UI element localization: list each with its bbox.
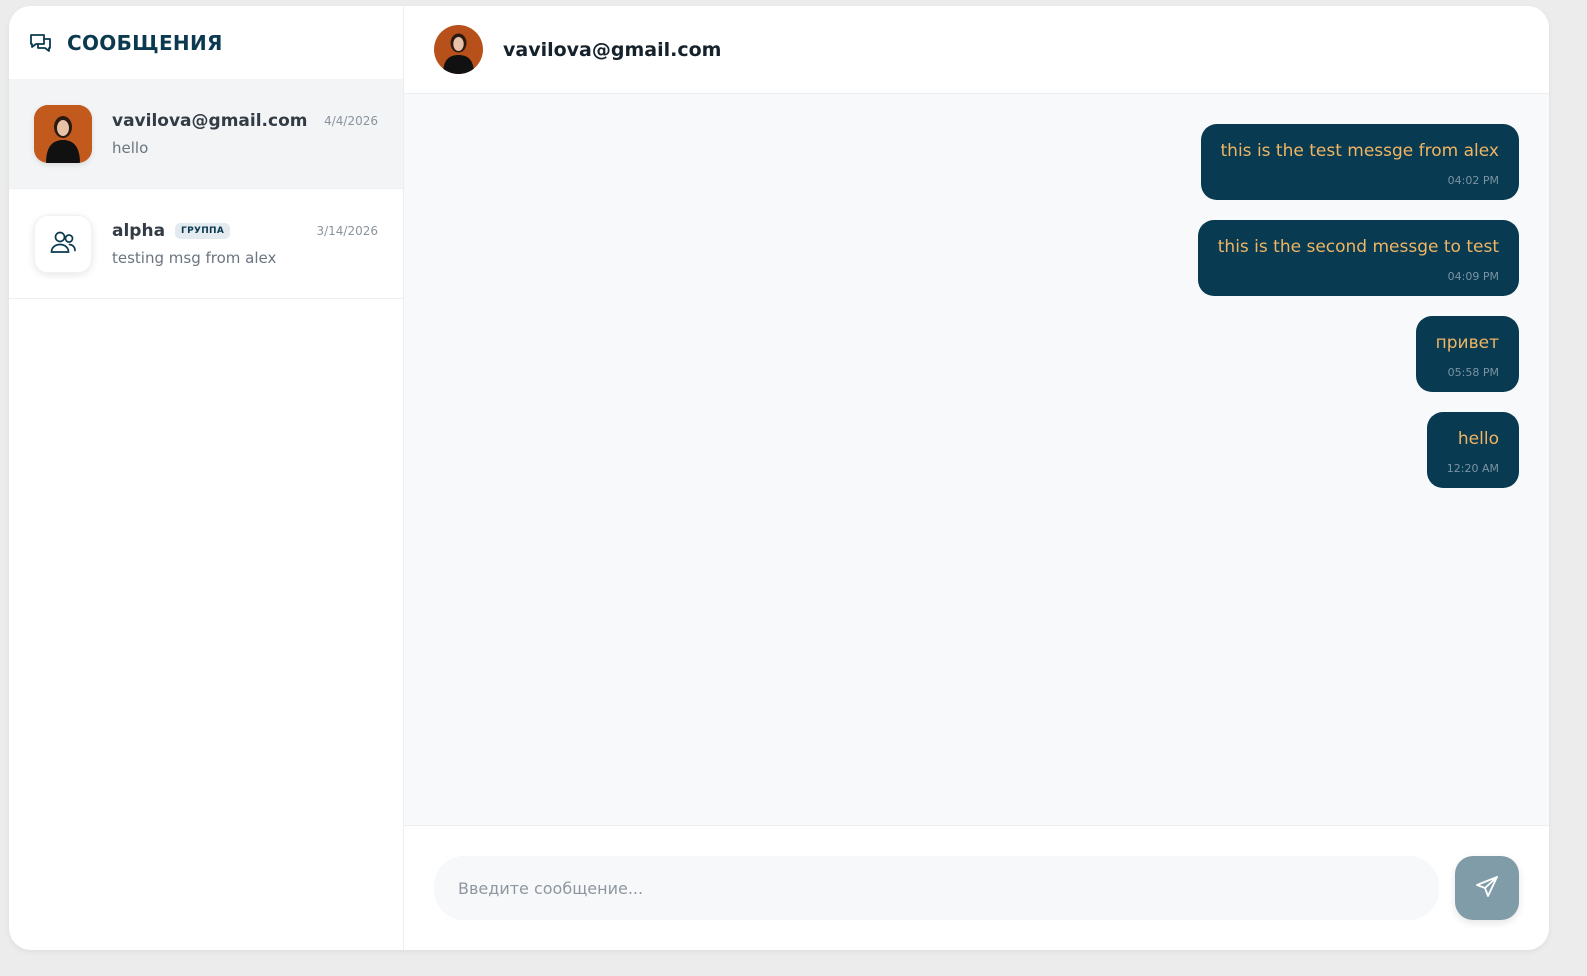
conversation-body: vavilova@gmail.com 4/4/2026 hello <box>112 111 378 157</box>
chat-bubbles-icon <box>29 32 53 54</box>
conversation-date: 3/14/2026 <box>316 223 378 238</box>
message-time: 04:09 PM <box>1447 270 1499 283</box>
message-input[interactable] <box>434 856 1439 920</box>
conversation-preview: testing msg from alex <box>112 248 277 267</box>
message-text: this is the second messge to test <box>1217 237 1499 257</box>
messenger-window: СООБЩЕНИЯ vavilova@gmail.com 4/4/2026 he… <box>9 6 1549 950</box>
chat-header: vavilova@gmail.com <box>404 6 1549 94</box>
chat-title: vavilova@gmail.com <box>503 38 722 61</box>
sidebar-header: СООБЩЕНИЯ <box>9 6 403 79</box>
avatar <box>34 104 92 163</box>
message-time: 04:02 PM <box>1447 174 1499 187</box>
conversation-name: alpha <box>112 220 166 241</box>
message-bubble: hello 12:20 AM <box>1426 412 1519 488</box>
send-icon <box>1474 874 1500 903</box>
message-bubble: this is the second messge to test 04:09 … <box>1197 220 1519 296</box>
message-bubble: this is the test messge from alex 04:02 … <box>1200 124 1519 200</box>
conversation-sidebar: СООБЩЕНИЯ vavilova@gmail.com 4/4/2026 he… <box>9 6 404 950</box>
message-list: this is the test messge from alex 04:02 … <box>404 94 1549 825</box>
send-button[interactable] <box>1455 856 1519 920</box>
message-composer <box>404 825 1549 950</box>
conversation-body: alpha ГРУППА 3/14/2026 testing msg from … <box>112 221 378 267</box>
message-time: 05:58 PM <box>1447 366 1499 379</box>
sidebar-title: СООБЩЕНИЯ <box>67 30 223 55</box>
conversation-item-vavilova[interactable]: vavilova@gmail.com 4/4/2026 hello <box>9 79 403 189</box>
message-text: this is the test messge from alex <box>1220 141 1499 161</box>
group-badge: ГРУППА <box>175 222 231 239</box>
conversation-item-alpha[interactable]: alpha ГРУППА 3/14/2026 testing msg from … <box>9 189 403 299</box>
avatar[interactable] <box>434 25 483 74</box>
message-bubble: привет 05:58 PM <box>1415 316 1519 392</box>
users-icon <box>49 229 77 259</box>
conversation-date: 4/4/2026 <box>324 113 378 128</box>
message-time: 12:20 AM <box>1446 462 1499 475</box>
conversation-preview: hello <box>112 138 149 157</box>
message-text: привет <box>1435 333 1499 353</box>
conversation-name: vavilova@gmail.com <box>112 110 308 131</box>
group-avatar <box>34 214 92 273</box>
message-text: hello <box>1457 429 1499 449</box>
chat-panel: vavilova@gmail.com this is the test mess… <box>404 6 1549 950</box>
